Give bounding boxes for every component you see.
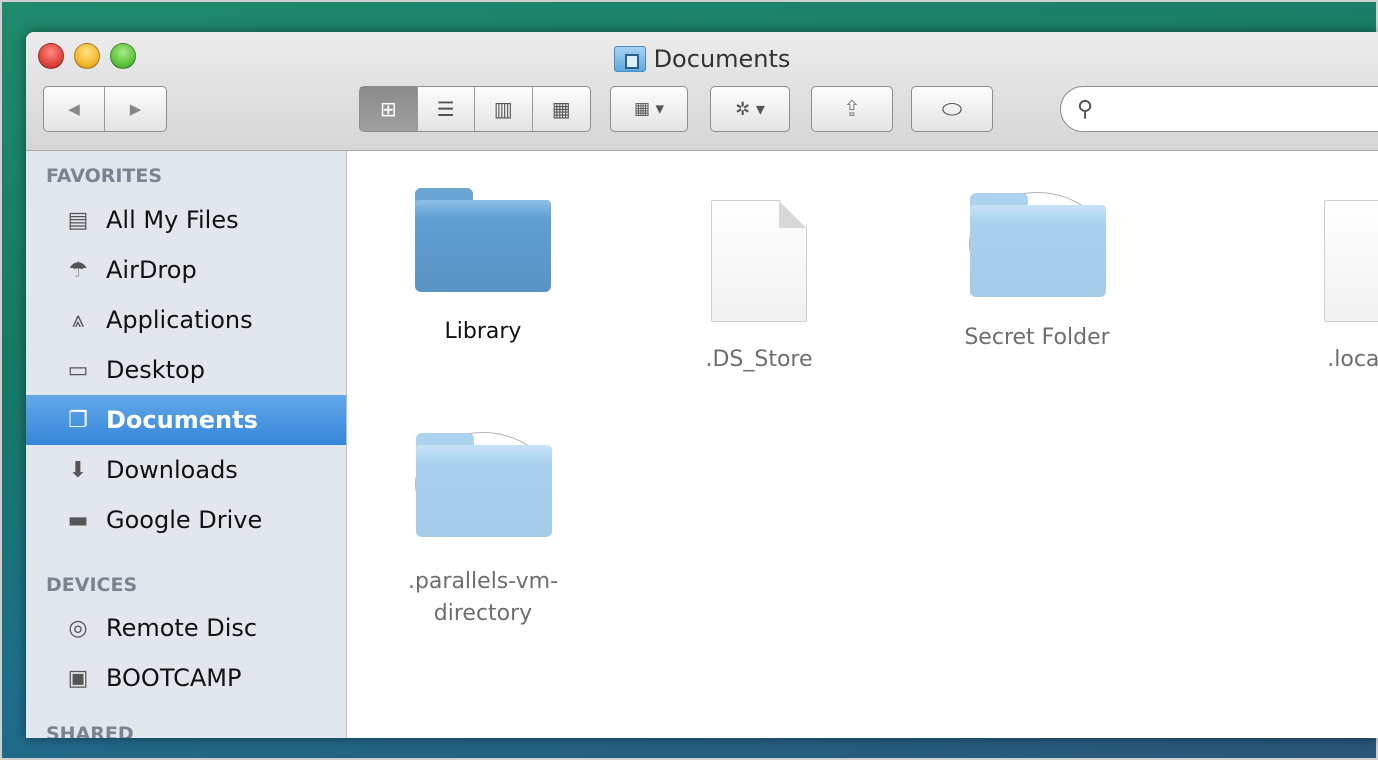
column-view-icon: ▥ — [493, 97, 513, 121]
file-item-ds-store[interactable]: .DS_Store — [674, 200, 844, 376]
file-name: Library — [444, 319, 522, 344]
disc-icon: ◎ — [68, 615, 88, 641]
back-forward-control: ◀ ▶ — [43, 86, 167, 132]
sidebar: FAVORITES ▤ All My Files ☂ AirDrop ⩓ App… — [26, 151, 347, 738]
all-files-icon: ▤ — [67, 207, 89, 233]
sidebar-item-label: Desktop — [106, 356, 205, 384]
list-view-button[interactable]: ☰ — [418, 87, 475, 131]
sidebar-item-bootcamp[interactable]: ▣ BOOTCAMP — [26, 653, 346, 703]
column-view-button[interactable]: ▥ — [475, 87, 533, 131]
search-icon: ⚲ — [1077, 96, 1094, 122]
drive-icon: ▣ — [67, 665, 89, 691]
sidebar-item-label: Documents — [106, 406, 258, 434]
back-button[interactable]: ◀ — [44, 87, 106, 131]
arrange-icon: ▦ ▾ — [634, 99, 664, 119]
documents-folder-icon — [613, 46, 646, 72]
forward-arrow-icon: ▶ — [129, 100, 142, 118]
sidebar-item-documents[interactable]: ❐ Documents — [26, 395, 346, 445]
search-field[interactable]: ⚲ — [1060, 86, 1378, 132]
search-input[interactable] — [1099, 98, 1378, 120]
devices-heading: DEVICES — [46, 574, 138, 596]
window-title: Documents — [26, 45, 1378, 73]
file-name: .DS_Store — [705, 347, 813, 372]
sidebar-item-downloads[interactable]: ⬇ Downloads — [26, 445, 346, 495]
folder-icon — [415, 432, 552, 537]
favorites-heading: FAVORITES — [46, 165, 163, 187]
file-name: .localize — [1327, 347, 1378, 372]
sidebar-item-label: Applications — [106, 306, 253, 334]
file-name: .parallels-vm- directory — [408, 566, 558, 630]
icon-view-icon: ⊞ — [379, 97, 397, 121]
gear-icon: ✲ ▾ — [735, 98, 765, 120]
file-name-line-2: directory — [433, 601, 533, 626]
sidebar-item-label: AirDrop — [106, 256, 197, 284]
share-icon: ⇪ — [842, 96, 862, 122]
finder-window: Documents ◀ ▶ ⊞ ☰ ▥ ▦ ▦ ▾ ✲ ▾ ⇪ ⬭ ⚲ FAVO… — [26, 32, 1378, 738]
airdrop-icon: ☂ — [68, 257, 88, 283]
sidebar-item-applications[interactable]: ⩓ Applications — [26, 295, 346, 345]
file-name-line-1: .parallels-vm- — [407, 569, 559, 594]
sidebar-item-label: BOOTCAMP — [106, 664, 242, 692]
arrange-button[interactable]: ▦ ▾ — [610, 86, 688, 132]
coverflow-view-button[interactable]: ▦ — [533, 87, 591, 131]
icon-view-button[interactable]: ⊞ — [360, 87, 418, 131]
documents-icon: ❐ — [68, 407, 88, 433]
sidebar-item-remote-disc[interactable]: ◎ Remote Disc — [26, 603, 346, 653]
action-button[interactable]: ✲ ▾ — [710, 86, 790, 132]
sidebar-item-label: All My Files — [106, 206, 239, 234]
sidebar-item-label: Remote Disc — [106, 614, 258, 642]
applications-icon: ⩓ — [71, 307, 85, 333]
folder-icon — [969, 192, 1106, 297]
file-item-parallels-vm-directory[interactable]: .parallels-vm- directory — [398, 432, 568, 630]
window-title-text: Documents — [653, 45, 791, 73]
list-view-icon: ☰ — [436, 97, 455, 121]
document-icon — [1324, 200, 1378, 322]
downloads-icon: ⬇ — [68, 457, 88, 483]
sidebar-item-label: Google Drive — [106, 506, 263, 534]
sidebar-item-airdrop[interactable]: ☂ AirDrop — [26, 245, 346, 295]
file-item-library[interactable]: Library — [398, 188, 568, 348]
view-mode-control: ⊞ ☰ ▥ ▦ — [359, 86, 591, 132]
file-name: Secret Folder — [964, 325, 1110, 350]
folder-icon — [415, 188, 551, 292]
sidebar-item-desktop[interactable]: ▭ Desktop — [26, 345, 346, 395]
sidebar-item-google-drive[interactable]: ▬ Google Drive — [26, 495, 346, 545]
tag-icon: ⬭ — [941, 95, 963, 123]
file-grid: Library .DS_Store Secret Folder .localiz… — [347, 151, 1378, 738]
toolbar: Documents ◀ ▶ ⊞ ☰ ▥ ▦ ▦ ▾ ✲ ▾ ⇪ ⬭ ⚲ — [26, 32, 1378, 151]
document-icon — [711, 200, 807, 322]
share-button[interactable]: ⇪ — [811, 86, 893, 132]
file-item-secret-folder[interactable]: Secret Folder — [952, 192, 1122, 354]
file-item-localize[interactable]: .localize — [1287, 200, 1378, 376]
coverflow-view-icon: ▦ — [551, 97, 571, 121]
folder-icon: ▬ — [67, 507, 89, 533]
tags-button[interactable]: ⬭ — [911, 86, 993, 132]
shared-heading: SHARED — [46, 723, 134, 738]
sidebar-item-all-my-files[interactable]: ▤ All My Files — [26, 195, 346, 245]
forward-button[interactable]: ▶ — [105, 87, 166, 131]
back-arrow-icon: ◀ — [68, 100, 80, 118]
desktop-icon: ▭ — [67, 357, 89, 383]
sidebar-item-label: Downloads — [106, 456, 238, 484]
